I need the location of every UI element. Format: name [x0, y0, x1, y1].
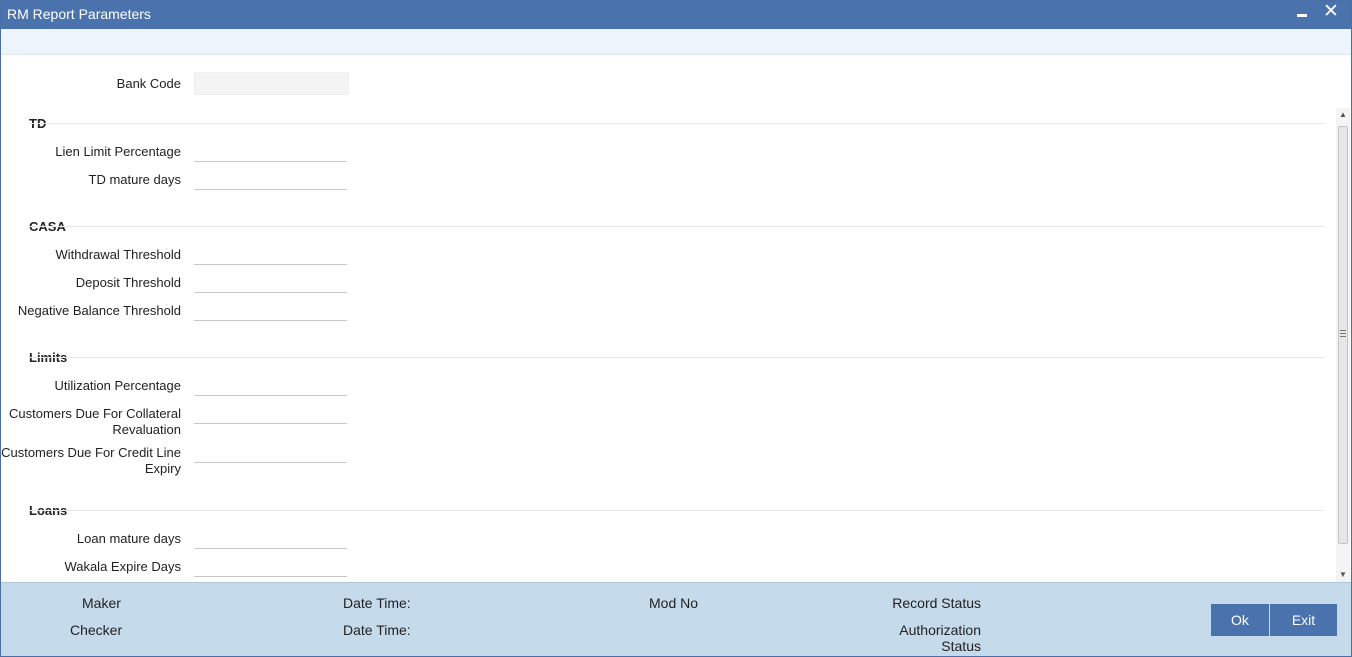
- scroll-down-icon[interactable]: ▼: [1336, 568, 1350, 582]
- maker-date-time-label: Date Time:: [343, 595, 411, 611]
- wakala-expire-days-label: Wakala Expire Days: [64, 559, 181, 574]
- credit-line-expiry-field[interactable]: [194, 441, 347, 463]
- exit-button[interactable]: Exit: [1270, 604, 1337, 636]
- maker-label: Maker: [82, 595, 121, 611]
- credit-line-expiry-label: Customers Due For Credit Line Expiry: [1, 445, 181, 477]
- section-divider: [29, 357, 1324, 358]
- checker-date-time-label: Date Time:: [343, 622, 411, 638]
- negative-balance-threshold-field[interactable]: [194, 299, 347, 321]
- scroll-thumb[interactable]: [1338, 126, 1348, 544]
- title-bar: RM Report Parameters ✕: [1, 1, 1351, 29]
- utilization-percentage-field[interactable]: [194, 374, 347, 396]
- td-mature-days-label: TD mature days: [88, 172, 181, 187]
- withdrawal-threshold-field[interactable]: [194, 243, 347, 265]
- minimize-icon[interactable]: [1290, 1, 1314, 29]
- deposit-threshold-field[interactable]: [194, 271, 347, 293]
- dialog-window: RM Report Parameters ✕ Bank Code TD Lien…: [0, 0, 1352, 657]
- collateral-revaluation-label-line2: Revaluation: [112, 422, 181, 437]
- authorization-status-label: Authorization Status: [899, 622, 981, 654]
- credit-line-expiry-label-line1: Customers Due For Credit Line: [1, 445, 181, 460]
- authorization-status-line1: Authorization: [899, 622, 981, 638]
- ok-button[interactable]: Ok: [1211, 604, 1269, 636]
- close-icon[interactable]: ✕: [1319, 1, 1343, 29]
- authorization-status-line2: Status: [941, 638, 981, 654]
- section-divider: [29, 510, 1324, 511]
- withdrawal-threshold-label: Withdrawal Threshold: [55, 247, 181, 262]
- scroll-up-icon[interactable]: ▲: [1336, 108, 1350, 122]
- wakala-expire-days-field[interactable]: [194, 555, 347, 577]
- section-divider: [29, 123, 1324, 124]
- credit-line-expiry-label-line2: Expiry: [144, 461, 181, 476]
- section-divider: [29, 226, 1324, 227]
- audit-footer: Maker Checker Date Time: Date Time: Mod …: [1, 582, 1351, 656]
- toolbar-strip: [1, 29, 1351, 55]
- utilization-percentage-label: Utilization Percentage: [54, 378, 181, 393]
- negative-balance-threshold-label: Negative Balance Threshold: [17, 303, 181, 318]
- window-title: RM Report Parameters: [7, 6, 151, 22]
- deposit-threshold-label: Deposit Threshold: [75, 275, 181, 290]
- bank-code-field[interactable]: [194, 72, 349, 95]
- lien-limit-percentage-field[interactable]: [194, 140, 347, 162]
- form-content: Bank Code TD Lien Limit Percentage TD ma…: [1, 56, 1351, 582]
- loan-mature-days-field[interactable]: [194, 527, 347, 549]
- td-mature-days-field[interactable]: [194, 168, 347, 190]
- mod-no-label: Mod No: [649, 595, 699, 611]
- vertical-scrollbar[interactable]: ▲ ▼: [1336, 108, 1350, 582]
- loan-mature-days-label: Loan mature days: [76, 531, 181, 546]
- grip-icon: [1340, 330, 1346, 337]
- bank-code-label: Bank Code: [116, 76, 181, 91]
- checker-label: Checker: [70, 622, 123, 638]
- collateral-revaluation-field[interactable]: [194, 402, 347, 424]
- collateral-revaluation-label-line1: Customers Due For Collateral: [9, 406, 181, 421]
- lien-limit-percentage-label: Lien Limit Percentage: [55, 144, 181, 159]
- record-status-label: Record Status: [892, 595, 981, 611]
- collateral-revaluation-label: Customers Due For Collateral Revaluation: [9, 406, 181, 438]
